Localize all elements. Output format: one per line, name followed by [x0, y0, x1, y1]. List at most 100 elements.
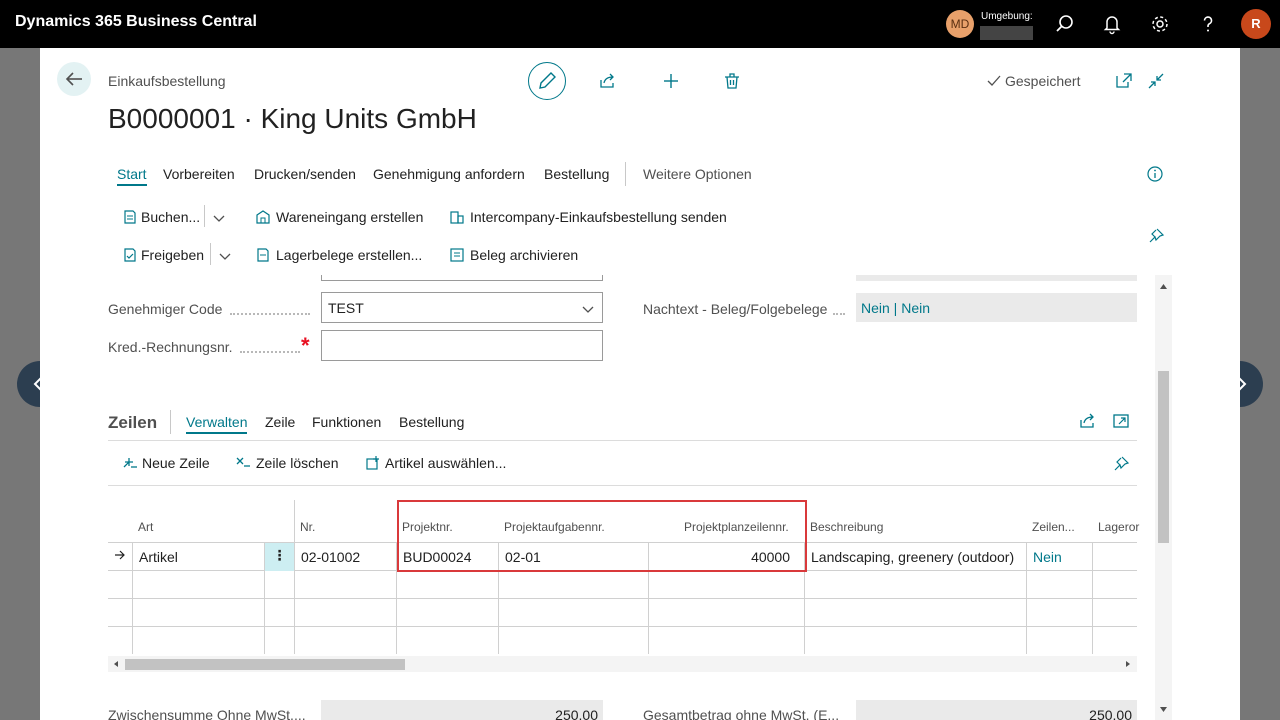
lines-tab-functions[interactable]: Funktionen	[312, 414, 381, 430]
add-icon[interactable]	[661, 71, 681, 91]
cell-description[interactable]	[805, 627, 1027, 654]
gear-icon[interactable]	[1148, 12, 1172, 36]
top-bar: Dynamics 365 Business Central MD Umgebun…	[0, 0, 1280, 48]
search-icon[interactable]	[1053, 12, 1077, 36]
table-row[interactable]	[108, 627, 1137, 654]
tab-more-options[interactable]: Weitere Optionen	[643, 166, 752, 182]
column-header-type[interactable]: Art	[138, 520, 153, 534]
user-avatar[interactable]: MD	[946, 10, 974, 38]
open-new-window-icon[interactable]	[1114, 71, 1134, 91]
cell-job-task-no[interactable]	[499, 571, 649, 599]
delete-icon[interactable]	[722, 71, 742, 91]
column-header-line-flag[interactable]: Zeilen...	[1032, 520, 1075, 534]
horizontal-scrollbar-thumb[interactable]	[125, 659, 405, 670]
lines-tab-manage[interactable]: Verwalten	[186, 414, 248, 434]
back-button[interactable]	[57, 62, 91, 96]
cell-line-flag[interactable]	[1027, 627, 1093, 654]
vendor-invoice-no-input[interactable]	[321, 330, 603, 361]
posttext-value[interactable]: Nein | Nein	[856, 293, 1137, 322]
vertical-scrollbar[interactable]	[1155, 275, 1172, 720]
row-menu-button[interactable]	[265, 599, 295, 627]
cell-description[interactable]	[805, 599, 1027, 627]
cell-line-flag[interactable]	[1027, 571, 1093, 599]
cell-location[interactable]	[1093, 543, 1137, 571]
cell-job-planning-line-no[interactable]	[649, 627, 805, 654]
cell-job-task-no[interactable]	[499, 599, 649, 627]
saved-status: Gespeichert	[1005, 73, 1081, 89]
tab-request-approval[interactable]: Genehmigung anfordern	[373, 166, 525, 182]
bell-icon[interactable]	[1100, 12, 1124, 36]
delete-line-button[interactable]: Zeile löschen	[256, 455, 339, 471]
cell-no[interactable]	[295, 627, 397, 654]
lines-tab-order[interactable]: Bestellung	[399, 414, 464, 430]
intercompany-icon	[450, 211, 464, 224]
column-header-description[interactable]: Beschreibung	[810, 520, 883, 534]
scroll-right-icon[interactable]	[1124, 660, 1132, 668]
cell-description[interactable]	[805, 571, 1027, 599]
column-header-location[interactable]: Lageror	[1098, 520, 1139, 534]
scroll-left-icon[interactable]	[112, 660, 120, 668]
release-button[interactable]: Freigeben	[141, 247, 204, 263]
cell-job-no[interactable]	[397, 571, 499, 599]
cell-type[interactable]	[133, 571, 265, 599]
tab-order[interactable]: Bestellung	[544, 166, 609, 182]
previous-field-input[interactable]	[321, 275, 603, 281]
header-column-divider	[294, 500, 295, 542]
scroll-up-icon[interactable]	[1159, 282, 1168, 291]
approver-code-select[interactable]: TEST	[321, 292, 603, 323]
account-avatar[interactable]: R	[1241, 9, 1271, 39]
row-indicator[interactable]	[108, 543, 133, 571]
vertical-scrollbar-thumb[interactable]	[1158, 371, 1169, 543]
cell-job-no[interactable]	[397, 627, 499, 654]
post-button[interactable]: Buchen...	[141, 209, 200, 225]
column-header-no[interactable]: Nr.	[300, 520, 315, 534]
archive-document-button[interactable]: Beleg archivieren	[470, 247, 578, 263]
tab-start[interactable]: Start	[117, 166, 147, 186]
cell-line-flag[interactable]	[1027, 599, 1093, 627]
table-row[interactable]	[108, 571, 1137, 599]
cell-no[interactable]: 02-01002	[295, 543, 397, 571]
cell-job-planning-line-no[interactable]	[649, 599, 805, 627]
row-menu-button[interactable]	[265, 571, 295, 599]
cell-type[interactable]	[133, 599, 265, 627]
chevron-down-icon[interactable]	[219, 250, 231, 262]
cell-description[interactable]: Landscaping, greenery (outdoor)	[805, 543, 1027, 571]
cell-job-task-no[interactable]	[499, 627, 649, 654]
cell-line-flag[interactable]: Nein	[1027, 543, 1093, 571]
pin-icon[interactable]	[1112, 455, 1130, 473]
app-title[interactable]: Dynamics 365 Business Central	[15, 13, 257, 31]
info-icon[interactable]	[1146, 165, 1164, 183]
new-line-button[interactable]: Neue Zeile	[142, 455, 210, 471]
delete-line-icon	[236, 457, 250, 467]
create-receipt-button[interactable]: Wareneingang erstellen	[276, 209, 423, 225]
tab-prepare[interactable]: Vorbereiten	[163, 166, 235, 182]
lines-tab-line[interactable]: Zeile	[265, 414, 295, 430]
row-menu-button[interactable]: ⋮	[265, 543, 295, 571]
row-menu-button[interactable]	[265, 627, 295, 654]
select-items-button[interactable]: Artikel auswählen...	[385, 455, 506, 471]
collapse-icon[interactable]	[1146, 71, 1166, 91]
lines-title[interactable]: Zeilen	[108, 413, 157, 433]
pin-icon[interactable]	[1147, 227, 1165, 245]
share-icon[interactable]	[598, 71, 618, 91]
cell-type[interactable]: Artikel	[133, 543, 265, 571]
table-row[interactable]	[108, 599, 1137, 627]
cell-job-no[interactable]	[397, 599, 499, 627]
chevron-down-icon[interactable]	[213, 212, 225, 224]
horizontal-scrollbar[interactable]	[108, 656, 1137, 672]
lines-separator	[170, 410, 171, 434]
cell-no[interactable]	[295, 599, 397, 627]
cell-job-planning-line-no[interactable]	[649, 571, 805, 599]
cell-type[interactable]	[133, 627, 265, 654]
edit-button[interactable]	[528, 62, 566, 100]
help-icon[interactable]	[1196, 12, 1220, 36]
scroll-down-icon[interactable]	[1159, 705, 1168, 714]
tab-print-send[interactable]: Drucken/senden	[254, 166, 356, 182]
share-icon[interactable]	[1078, 411, 1098, 431]
post-icon	[124, 210, 136, 224]
cell-no[interactable]	[295, 571, 397, 599]
expand-icon[interactable]	[1111, 411, 1131, 431]
warehouse-docs-icon	[257, 248, 269, 262]
create-warehouse-docs-button[interactable]: Lagerbelege erstellen...	[276, 247, 422, 263]
send-intercompany-button[interactable]: Intercompany-Einkaufsbestellung senden	[470, 209, 727, 225]
